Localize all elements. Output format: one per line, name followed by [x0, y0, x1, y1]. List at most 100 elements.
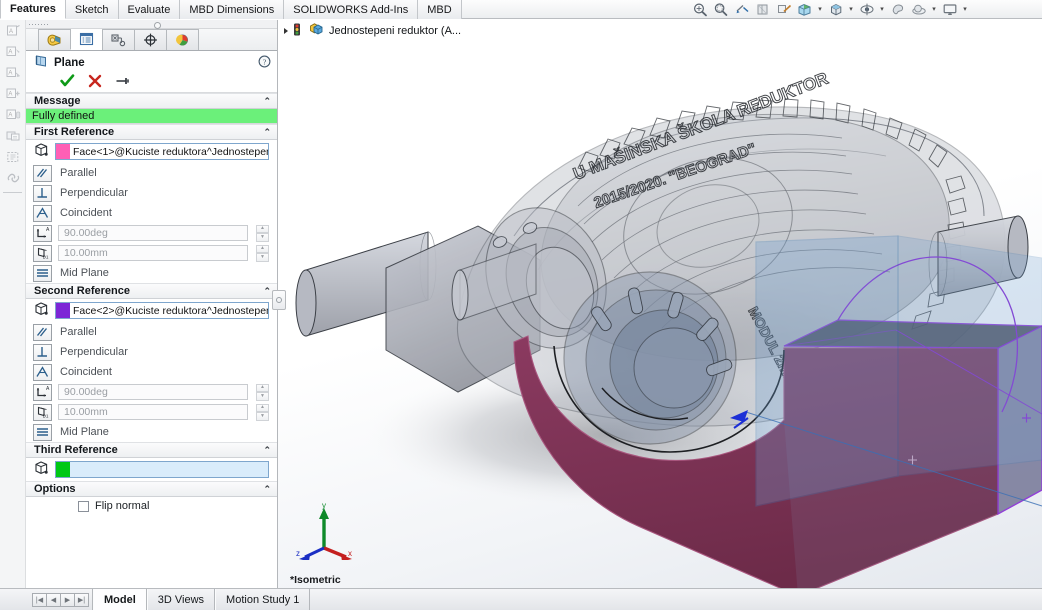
- help-icon[interactable]: ?: [258, 55, 271, 71]
- tab-3d-views[interactable]: 3D Views: [146, 589, 216, 610]
- last-record-icon[interactable]: ▶|: [74, 592, 89, 607]
- tab-model[interactable]: Model: [93, 589, 147, 610]
- panel-drag-handle[interactable]: [26, 20, 277, 29]
- first-reference-parallel-row[interactable]: Parallel: [26, 163, 277, 183]
- angle-icon[interactable]: A: [33, 224, 52, 242]
- display-style-caret-icon[interactable]: ▾: [816, 1, 824, 18]
- section-header-second-reference[interactable]: Second Reference ⌃: [26, 283, 277, 299]
- stepper-up-icon[interactable]: ▲: [256, 244, 269, 253]
- block-icon[interactable]: [2, 147, 24, 167]
- perpendicular-icon[interactable]: [33, 343, 52, 361]
- previous-record-icon[interactable]: ◀: [46, 592, 61, 607]
- graphics-viewport[interactable]: Jednostepeni reduktor (A... U MAŠINSKA Š…: [278, 20, 1042, 588]
- section-header-options[interactable]: Options ⌃: [26, 481, 277, 497]
- view-settings-icon[interactable]: [940, 1, 959, 18]
- hole-callout-icon[interactable]: A: [2, 105, 24, 125]
- previous-view-icon[interactable]: [732, 1, 751, 18]
- ok-check-icon[interactable]: [60, 73, 75, 91]
- dimxpert-manager-tab[interactable]: [134, 29, 167, 50]
- second-reference-angle-field[interactable]: 90.00deg: [58, 384, 248, 400]
- chevron-up-icon[interactable]: ⌃: [263, 445, 271, 455]
- second-reference-offset-field[interactable]: 10.00mm: [58, 404, 248, 420]
- gearbox-assembly-model[interactable]: U MAŠINSKA ŠKOLA REDUKTOR 2015/2020. ''B…: [278, 20, 1042, 588]
- angle-icon[interactable]: A: [33, 383, 52, 401]
- first-reference-angle-stepper[interactable]: ▲ ▼: [256, 224, 269, 242]
- first-reference-offset-stepper[interactable]: ▲ ▼: [256, 244, 269, 262]
- view-settings-caret-icon[interactable]: ▾: [961, 1, 969, 18]
- apply-scene-caret-icon[interactable]: ▾: [930, 1, 938, 18]
- second-reference-perpendicular-row[interactable]: Perpendicular: [26, 342, 277, 362]
- mid-plane-icon[interactable]: [33, 423, 52, 441]
- hide-show-items-icon[interactable]: [857, 1, 876, 18]
- hide-show-caret-icon[interactable]: ▾: [878, 1, 886, 18]
- flip-normal-checkbox[interactable]: [78, 500, 89, 512]
- view-orientation-caret-icon[interactable]: ▾: [847, 1, 855, 18]
- perpendicular-icon[interactable]: [33, 184, 52, 202]
- section-header-third-reference[interactable]: Third Reference ⌃: [26, 442, 277, 458]
- tab-sketch[interactable]: Sketch: [65, 0, 119, 19]
- stepper-up-icon[interactable]: ▲: [256, 224, 269, 233]
- view-orientation-cube-icon[interactable]: [826, 1, 845, 18]
- apply-scene-icon[interactable]: [909, 1, 928, 18]
- section-header-message[interactable]: Message ⌃: [26, 93, 277, 109]
- stepper-down-icon[interactable]: ▼: [256, 233, 269, 242]
- tab-evaluate[interactable]: Evaluate: [118, 0, 181, 19]
- parallel-icon[interactable]: [33, 323, 52, 341]
- chevron-up-icon[interactable]: ⌃: [263, 484, 271, 494]
- feature-manager-tab[interactable]: [38, 29, 71, 50]
- tab-motion-study-1[interactable]: Motion Study 1: [215, 589, 311, 610]
- third-reference-selection-field[interactable]: [55, 461, 269, 478]
- first-record-icon[interactable]: |◀: [32, 592, 47, 607]
- zoom-to-area-icon[interactable]: [711, 1, 730, 18]
- offset-distance-icon[interactable]: D1: [33, 403, 52, 421]
- display-style-icon[interactable]: [795, 1, 814, 18]
- mid-plane-icon[interactable]: [33, 264, 52, 282]
- second-reference-selection-field[interactable]: Face<2>@Kuciste reduktora^Jednostepeni r…: [55, 302, 269, 319]
- display-manager-tab[interactable]: [166, 29, 199, 50]
- tab-solidworks-add-ins[interactable]: SOLIDWORKS Add-Ins: [284, 0, 419, 19]
- cancel-x-icon[interactable]: [88, 74, 102, 91]
- second-reference-parallel-row[interactable]: Parallel: [26, 322, 277, 342]
- dimension-link-icon[interactable]: [2, 168, 24, 188]
- flip-normal-row[interactable]: Flip normal: [26, 497, 277, 515]
- section-header-first-reference[interactable]: First Reference ⌃: [26, 124, 277, 140]
- edit-appearance-icon[interactable]: [888, 1, 907, 18]
- second-reference-coincident-row[interactable]: Coincident: [26, 362, 277, 382]
- parallel-icon[interactable]: [33, 164, 52, 182]
- pin-icon[interactable]: [115, 74, 130, 91]
- datum-feature-icon[interactable]: [2, 126, 24, 146]
- tab-mbd-dimensions[interactable]: MBD Dimensions: [180, 0, 285, 19]
- surface-finish-icon[interactable]: A: [2, 63, 24, 83]
- zoom-to-fit-icon[interactable]: [690, 1, 709, 18]
- next-record-icon[interactable]: ▶: [60, 592, 75, 607]
- balloon-icon[interactable]: A: [2, 42, 24, 62]
- chevron-up-icon[interactable]: ⌃: [263, 127, 271, 137]
- panel-splitter[interactable]: [272, 290, 286, 310]
- weld-symbol-icon[interactable]: A: [2, 84, 24, 104]
- section-view-icon[interactable]: [753, 1, 772, 18]
- tab-features[interactable]: Features: [0, 0, 66, 19]
- tab-mbd[interactable]: MBD: [418, 0, 462, 19]
- coincident-icon[interactable]: [33, 204, 52, 222]
- first-reference-perpendicular-row[interactable]: Perpendicular: [26, 183, 277, 203]
- first-reference-mid-plane-row[interactable]: Mid Plane: [26, 263, 277, 283]
- stepper-up-icon[interactable]: ▲: [256, 383, 269, 392]
- first-reference-coincident-row[interactable]: Coincident: [26, 203, 277, 223]
- stepper-down-icon[interactable]: ▼: [256, 392, 269, 401]
- first-reference-offset-field[interactable]: 10.00mm: [58, 245, 248, 261]
- second-reference-offset-stepper[interactable]: ▲ ▼: [256, 403, 269, 421]
- view-orientation-icon[interactable]: [774, 1, 793, 18]
- note-icon[interactable]: A: [2, 21, 24, 41]
- second-reference-mid-plane-row[interactable]: Mid Plane: [26, 422, 277, 442]
- stepper-down-icon[interactable]: ▼: [256, 253, 269, 262]
- chevron-up-icon[interactable]: ⌃: [263, 286, 271, 296]
- second-reference-angle-stepper[interactable]: ▲ ▼: [256, 383, 269, 401]
- stepper-down-icon[interactable]: ▼: [256, 412, 269, 421]
- offset-distance-icon[interactable]: D1: [33, 244, 52, 262]
- coincident-icon[interactable]: [33, 363, 52, 381]
- stepper-up-icon[interactable]: ▲: [256, 403, 269, 412]
- chevron-up-icon[interactable]: ⌃: [263, 96, 271, 106]
- property-manager-tab[interactable]: [70, 28, 103, 50]
- first-reference-angle-field[interactable]: 90.00deg: [58, 225, 248, 241]
- configuration-manager-tab[interactable]: [102, 29, 135, 50]
